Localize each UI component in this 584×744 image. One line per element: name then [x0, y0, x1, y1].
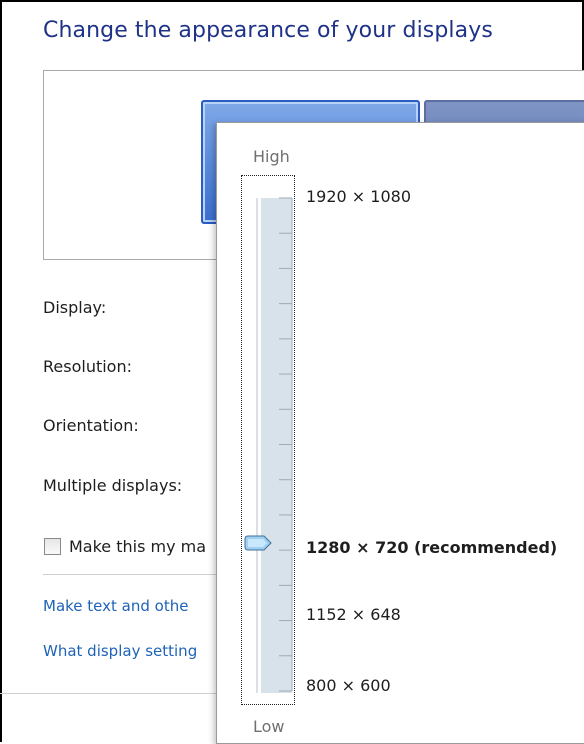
- slider-low-label: Low: [253, 717, 285, 736]
- bottom-divider: [0, 693, 220, 694]
- slider-track: [261, 198, 292, 693]
- display-label: Display:: [43, 298, 107, 317]
- orientation-label: Orientation:: [43, 416, 139, 435]
- resolution-option-selected[interactable]: 1280 × 720 (recommended): [306, 538, 557, 557]
- page-title: Change the appearance of your displays: [43, 18, 493, 43]
- text-size-link[interactable]: Make text and othe: [43, 597, 188, 615]
- resolution-slider[interactable]: [217, 123, 584, 744]
- resolution-option[interactable]: 800 × 600: [306, 676, 391, 695]
- multiple-displays-label: Multiple displays:: [43, 476, 183, 495]
- main-display-checkbox-label: Make this my ma: [69, 537, 207, 556]
- main-display-checkbox-row[interactable]: Make this my ma: [44, 537, 206, 556]
- resolution-dropdown-popup: High 1920 × 1080 1280 × 720 (recommended…: [216, 122, 584, 744]
- slider-track-taper: [257, 198, 261, 693]
- main-display-checkbox[interactable]: [44, 538, 61, 555]
- resolution-option[interactable]: 1920 × 1080: [306, 187, 411, 206]
- display-settings-help-link[interactable]: What display setting: [43, 642, 197, 660]
- resolution-label: Resolution:: [43, 357, 132, 376]
- resolution-option[interactable]: 1152 × 648: [306, 605, 401, 624]
